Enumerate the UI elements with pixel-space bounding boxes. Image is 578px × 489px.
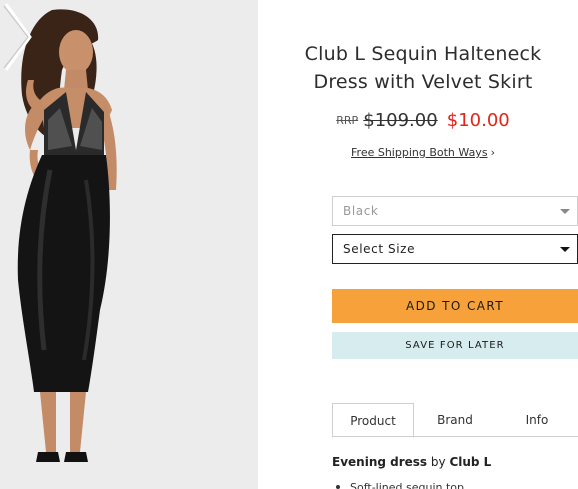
product-title-line1: Club L Sequin Halteneck <box>304 43 542 65</box>
sale-price: $10.00 <box>446 110 510 131</box>
product-description: Evening dress by Club L <box>332 455 578 469</box>
colour-select[interactable]: Black <box>332 196 578 226</box>
size-select-value: Select Size <box>343 242 416 256</box>
rrp-label: RRP <box>336 114 359 127</box>
tab-info[interactable]: Info <box>496 403 578 437</box>
description-bullet-text: Soft-lined sequin top <box>350 481 465 489</box>
product-photo <box>0 0 258 489</box>
price-row: RRP $109.00 $10.00 <box>258 110 578 131</box>
description-by: by <box>430 455 446 469</box>
chevron-down-icon <box>560 209 570 214</box>
save-for-later-button[interactable]: SAVE FOR LATER <box>332 332 578 359</box>
product-info-panel: Club L Sequin Halteneck Dress with Velve… <box>258 0 578 489</box>
chevron-right-small-icon: › <box>490 146 495 159</box>
product-title-line2: Dress with Velvet Skirt <box>313 71 533 93</box>
product-title: Club L Sequin Halteneck Dress with Velve… <box>258 40 578 96</box>
old-price: $109.00 <box>363 110 438 131</box>
add-to-cart-button[interactable]: ADD TO CART <box>332 289 578 323</box>
colour-select-value: Black <box>343 204 379 218</box>
product-tabs: Product Brand Info <box>332 403 578 438</box>
size-select[interactable]: Select Size <box>332 234 578 264</box>
tab-product[interactable]: Product <box>332 403 414 438</box>
shipping-info: Free Shipping Both Ways › <box>258 146 578 159</box>
product-image <box>0 0 258 489</box>
bullet-dot-icon <box>336 485 340 489</box>
description-type: Evening dress <box>332 455 428 469</box>
free-shipping-link[interactable]: Free Shipping Both Ways <box>351 146 488 159</box>
description-bullet: Soft-lined sequin top <box>336 481 464 489</box>
description-brand: Club L <box>449 455 492 469</box>
tab-brand[interactable]: Brand <box>414 403 496 437</box>
chevron-down-icon <box>560 247 570 252</box>
chevron-right-icon[interactable] <box>0 0 34 74</box>
